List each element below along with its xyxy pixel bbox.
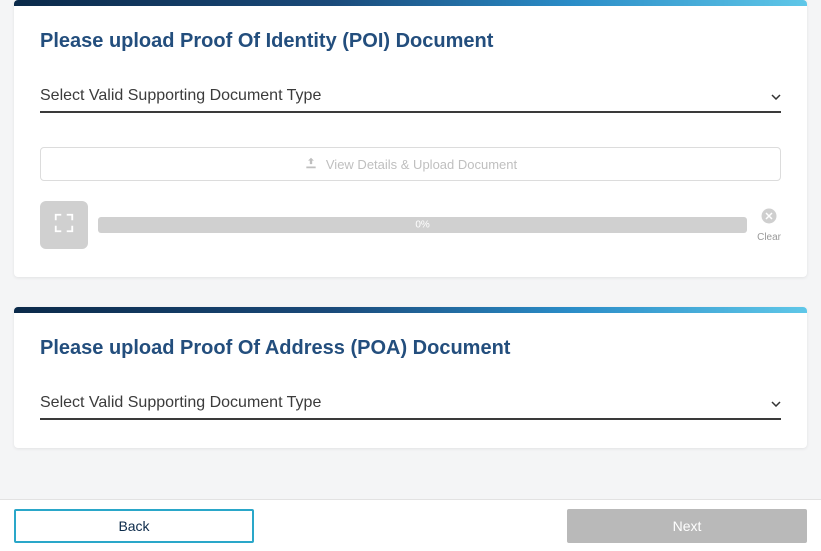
poi-title: Please upload Proof Of Identity (POI) Do… bbox=[40, 30, 781, 53]
poi-upload-button[interactable]: View Details & Upload Document bbox=[40, 147, 781, 181]
upload-icon bbox=[304, 156, 318, 173]
poa-select-label: Select Valid Supporting Document Type bbox=[40, 394, 321, 412]
chevron-down-icon bbox=[771, 396, 781, 410]
clear-label: Clear bbox=[757, 232, 781, 243]
progress-value: 0% bbox=[415, 220, 429, 231]
expand-button[interactable] bbox=[40, 201, 88, 249]
poa-title: Please upload Proof Of Address (POA) Doc… bbox=[40, 337, 781, 360]
expand-icon bbox=[53, 212, 75, 239]
upload-progress-bar: 0% bbox=[98, 217, 747, 233]
poa-document-type-select[interactable]: Select Valid Supporting Document Type bbox=[40, 394, 781, 420]
poi-document-type-select[interactable]: Select Valid Supporting Document Type bbox=[40, 87, 781, 113]
poi-card: Please upload Proof Of Identity (POI) Do… bbox=[14, 0, 807, 277]
poi-select-label: Select Valid Supporting Document Type bbox=[40, 87, 321, 105]
chevron-down-icon bbox=[771, 89, 781, 103]
footer-bar: Back Next bbox=[0, 499, 821, 551]
poa-card: Please upload Proof Of Address (POA) Doc… bbox=[14, 307, 807, 448]
close-icon bbox=[760, 207, 778, 230]
poi-upload-label: View Details & Upload Document bbox=[326, 157, 517, 172]
clear-button[interactable]: Clear bbox=[757, 207, 781, 243]
back-button[interactable]: Back bbox=[14, 509, 254, 543]
next-button[interactable]: Next bbox=[567, 509, 807, 543]
